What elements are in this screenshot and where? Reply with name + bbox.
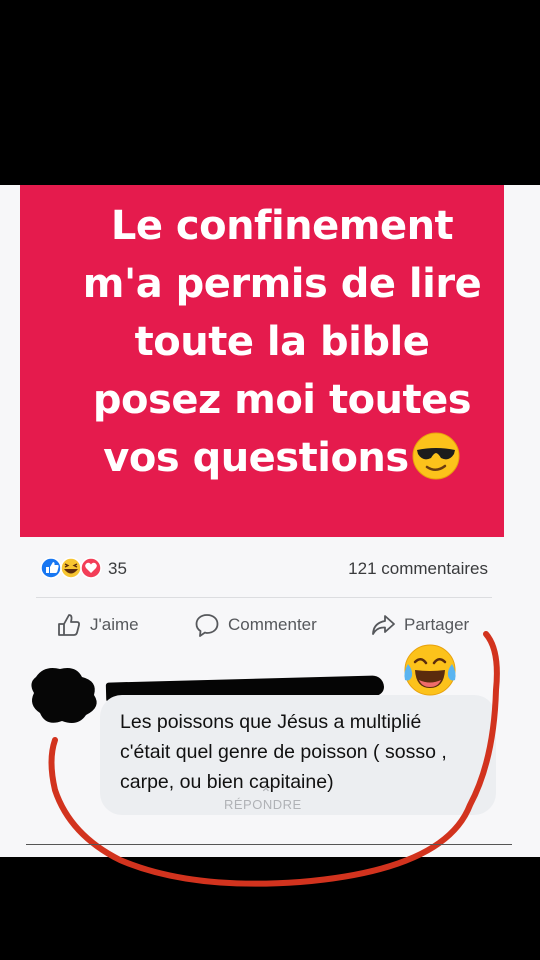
comment-count[interactable]: 121 commentaires <box>348 559 488 579</box>
comment-button[interactable]: Commenter <box>194 611 317 639</box>
reply-button[interactable]: RÉPONDRE <box>224 797 302 812</box>
post-text-line: posez moi toutes <box>92 377 472 423</box>
smiling-face-with-sunglasses-icon <box>412 432 460 480</box>
redacted-avatar <box>31 668 97 723</box>
post-text-line: vos questions <box>103 435 409 481</box>
comment-label: Commenter <box>228 615 317 634</box>
reaction-count: 35 <box>108 559 127 578</box>
post-text-line: toute la bible <box>134 319 430 365</box>
post-actions: J'aime Commenter Partager <box>36 607 496 643</box>
haha-icon <box>60 557 82 579</box>
post-text-line: m'a permis de lire <box>82 261 482 307</box>
share-button[interactable]: Partager <box>370 611 469 639</box>
speech-bubble-icon <box>195 614 219 637</box>
post-image-text: Le confinement m'a permis de lire toute … <box>50 197 514 487</box>
divider <box>36 597 492 598</box>
like-button[interactable]: J'aime <box>56 611 139 639</box>
post-text-line: Le confinement <box>110 203 454 249</box>
share-arrow-icon <box>372 615 395 635</box>
thumbs-up-icon <box>58 614 80 636</box>
share-label: Partager <box>404 615 470 634</box>
reactions-summary[interactable]: 35 121 commentaires <box>36 553 492 583</box>
reaction-icons <box>40 557 102 579</box>
post-text-line-last: vos questions <box>50 429 514 487</box>
like-icon <box>40 557 62 579</box>
like-label: J'aime <box>90 615 139 634</box>
comment-text: Les poissons que Jésus a multiplié c'éta… <box>120 711 447 793</box>
face-with-tears-of-joy-icon <box>404 644 456 696</box>
divider <box>26 844 512 845</box>
facebook-post-screenshot: Le confinement m'a permis de lire toute … <box>0 185 540 857</box>
love-icon <box>80 557 102 579</box>
post-image: Le confinement m'a permis de lire toute … <box>20 185 504 537</box>
